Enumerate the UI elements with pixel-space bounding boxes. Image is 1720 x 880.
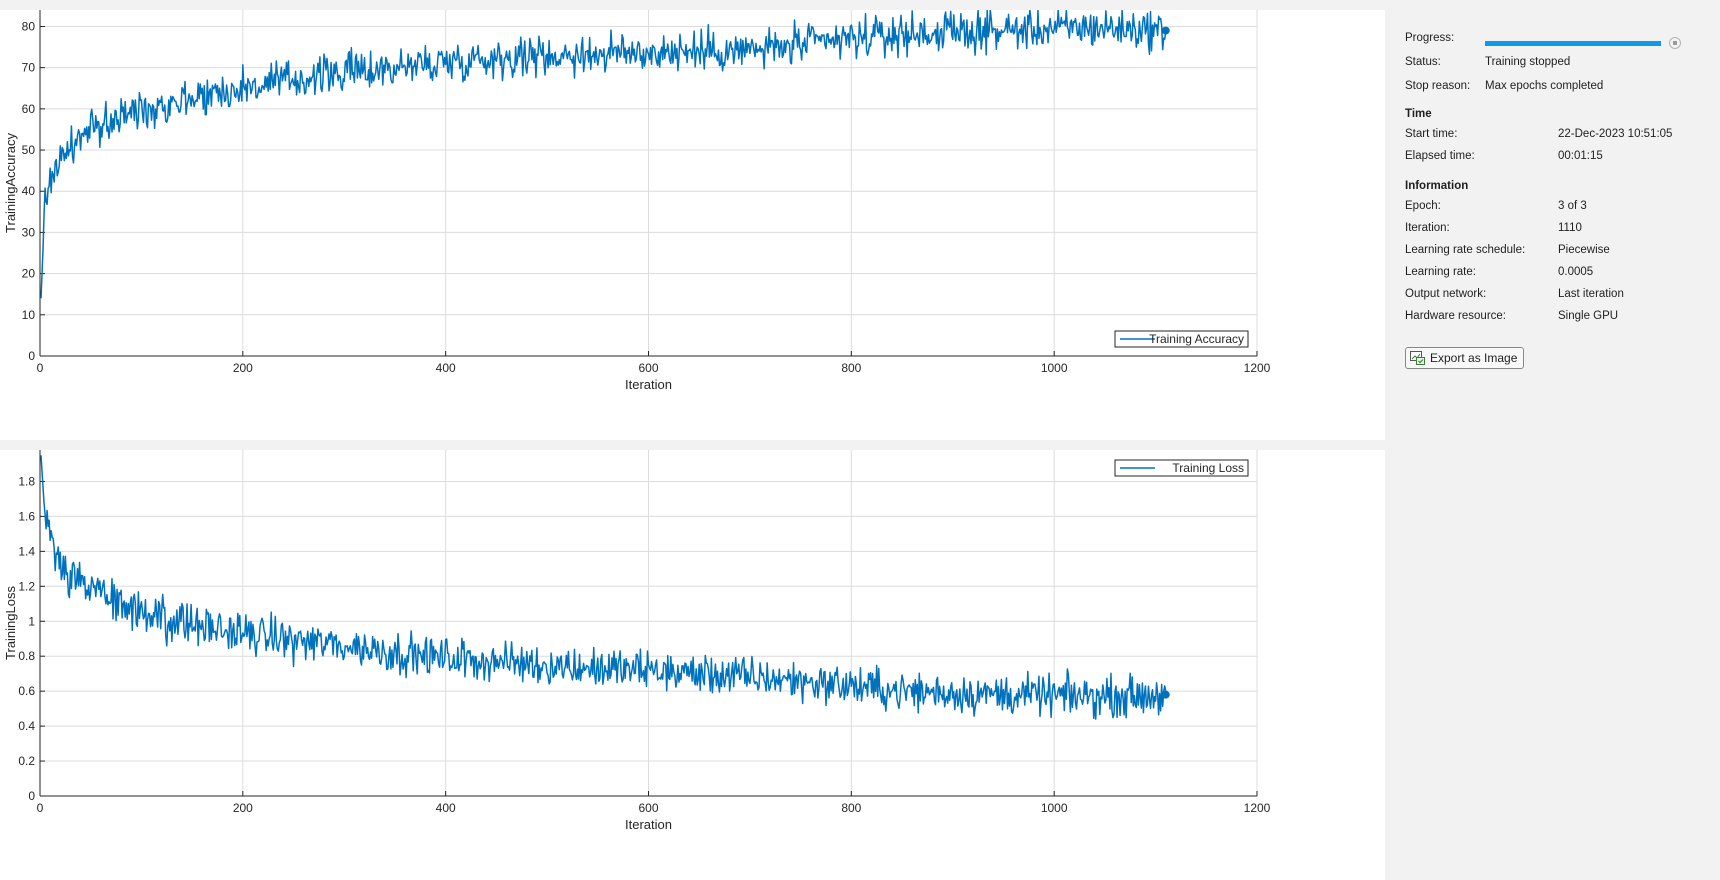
output-network-label: Output network: bbox=[1405, 288, 1487, 300]
start-time-label: Start time: bbox=[1405, 128, 1458, 140]
y-tick-label: 40 bbox=[22, 184, 36, 198]
loss-plot-panel: 0 200 400 600 800 1000 1200 0 0.2 0.4 0.6 0.8 1 1.2 1.… bbox=[0, 450, 1385, 880]
stop-reason-value: Max epochs completed bbox=[1485, 80, 1604, 92]
series-line bbox=[40, 10, 1167, 299]
export-button-label: Export as Image bbox=[1430, 351, 1518, 365]
y-tick-label: 0.2 bbox=[18, 754, 35, 768]
output-network-value: Last iteration bbox=[1558, 288, 1624, 300]
accuracy-chart: 0 200 400 600 800 1000 1200 0 10 20 30 40 50 60 70 80 It… bbox=[3, 10, 1271, 392]
y-tick-label: 50 bbox=[22, 143, 36, 157]
x-tick-label: 1200 bbox=[1244, 801, 1271, 815]
image-export-icon bbox=[1410, 351, 1425, 365]
stop-reason-label: Stop reason: bbox=[1405, 80, 1471, 92]
y-tick-label: 1.8 bbox=[18, 474, 35, 488]
x-tick-label: 1200 bbox=[1244, 361, 1271, 375]
x-tick-label: 0 bbox=[37, 801, 44, 815]
iteration-value: 1110 bbox=[1558, 222, 1582, 234]
status-label: Status: bbox=[1405, 56, 1441, 68]
export-as-image-button[interactable]: Export as Image bbox=[1405, 347, 1525, 369]
y-tick-label: 0 bbox=[28, 789, 35, 803]
x-tick-label: 400 bbox=[436, 801, 456, 815]
y-tick-label: 1.6 bbox=[18, 509, 35, 523]
y-tick-label: 80 bbox=[22, 19, 36, 33]
time-heading: Time bbox=[1405, 108, 1432, 120]
information-heading: Information bbox=[1405, 180, 1469, 192]
elapsed-time-value: 00:01:15 bbox=[1558, 150, 1603, 162]
hardware-label: Hardware resource: bbox=[1405, 310, 1506, 322]
progress-label: Progress: bbox=[1405, 32, 1455, 44]
x-tick-label: 200 bbox=[233, 361, 253, 375]
lr-schedule-label: Learning rate schedule: bbox=[1405, 244, 1526, 256]
learning-rate-label: Learning rate: bbox=[1405, 266, 1476, 278]
accuracy-plot-panel: 0 200 400 600 800 1000 1200 0 10 20 30 40 50 60 70 80 It… bbox=[0, 10, 1385, 440]
x-tick-label: 800 bbox=[841, 361, 861, 375]
x-axis-label: Iteration bbox=[625, 817, 672, 832]
x-tick-label: 0 bbox=[37, 361, 44, 375]
y-tick-label: 1 bbox=[28, 614, 35, 628]
y-tick-label: 0 bbox=[28, 349, 35, 363]
x-tick-label: 200 bbox=[233, 801, 253, 815]
x-tick-label: 600 bbox=[638, 361, 658, 375]
loss-chart: 0 200 400 600 800 1000 1200 0 0.2 0.4 0.6 0.8 1 1.2 1.… bbox=[3, 450, 1271, 832]
x-tick-label: 1000 bbox=[1041, 361, 1068, 375]
y-tick-label: 1.4 bbox=[18, 544, 35, 558]
y-tick-label: 30 bbox=[22, 225, 36, 239]
progress-bar-fill bbox=[1485, 41, 1661, 46]
series-line bbox=[40, 455, 1167, 720]
y-tick-label: 10 bbox=[22, 308, 36, 322]
x-tick-label: 800 bbox=[841, 801, 861, 815]
progress-bar bbox=[1485, 41, 1661, 46]
y-tick-label: 1.2 bbox=[18, 579, 35, 593]
hardware-value: Single GPU bbox=[1558, 310, 1619, 322]
elapsed-time-label: Elapsed time: bbox=[1405, 150, 1475, 162]
x-axis-label: Iteration bbox=[625, 377, 672, 392]
iteration-label: Iteration: bbox=[1405, 222, 1450, 234]
stop-icon[interactable] bbox=[1669, 37, 1681, 49]
y-tick-label: 60 bbox=[22, 102, 36, 116]
epoch-label: Epoch: bbox=[1405, 200, 1441, 212]
legend-entry: Training Accuracy bbox=[1149, 332, 1244, 346]
x-tick-label: 400 bbox=[436, 361, 456, 375]
start-time-value: 22-Dec-2023 10:51:05 bbox=[1558, 128, 1673, 140]
x-tick-label: 600 bbox=[638, 801, 658, 815]
y-axis-label: TrainingAccuracy bbox=[3, 133, 18, 233]
learning-rate-value: 0.0005 bbox=[1558, 266, 1594, 278]
final-point-marker bbox=[1161, 26, 1170, 35]
legend: Training Loss bbox=[1114, 459, 1249, 477]
legend: Training Accuracy bbox=[1114, 330, 1249, 348]
lr-schedule-value: Piecewise bbox=[1558, 244, 1610, 256]
y-tick-label: 0.4 bbox=[18, 719, 35, 733]
y-tick-label: 0.8 bbox=[18, 649, 35, 663]
legend-entry: Training Loss bbox=[1172, 461, 1244, 475]
final-point-marker bbox=[1161, 690, 1170, 699]
status-value: Training stopped bbox=[1485, 56, 1571, 68]
y-tick-label: 20 bbox=[22, 267, 36, 281]
x-tick-label: 1000 bbox=[1041, 801, 1068, 815]
y-tick-label: 0.6 bbox=[18, 684, 35, 698]
y-tick-label: 70 bbox=[22, 61, 36, 75]
y-axis-label: TrainingLoss bbox=[3, 586, 18, 660]
epoch-value: 3 of 3 bbox=[1558, 200, 1587, 212]
